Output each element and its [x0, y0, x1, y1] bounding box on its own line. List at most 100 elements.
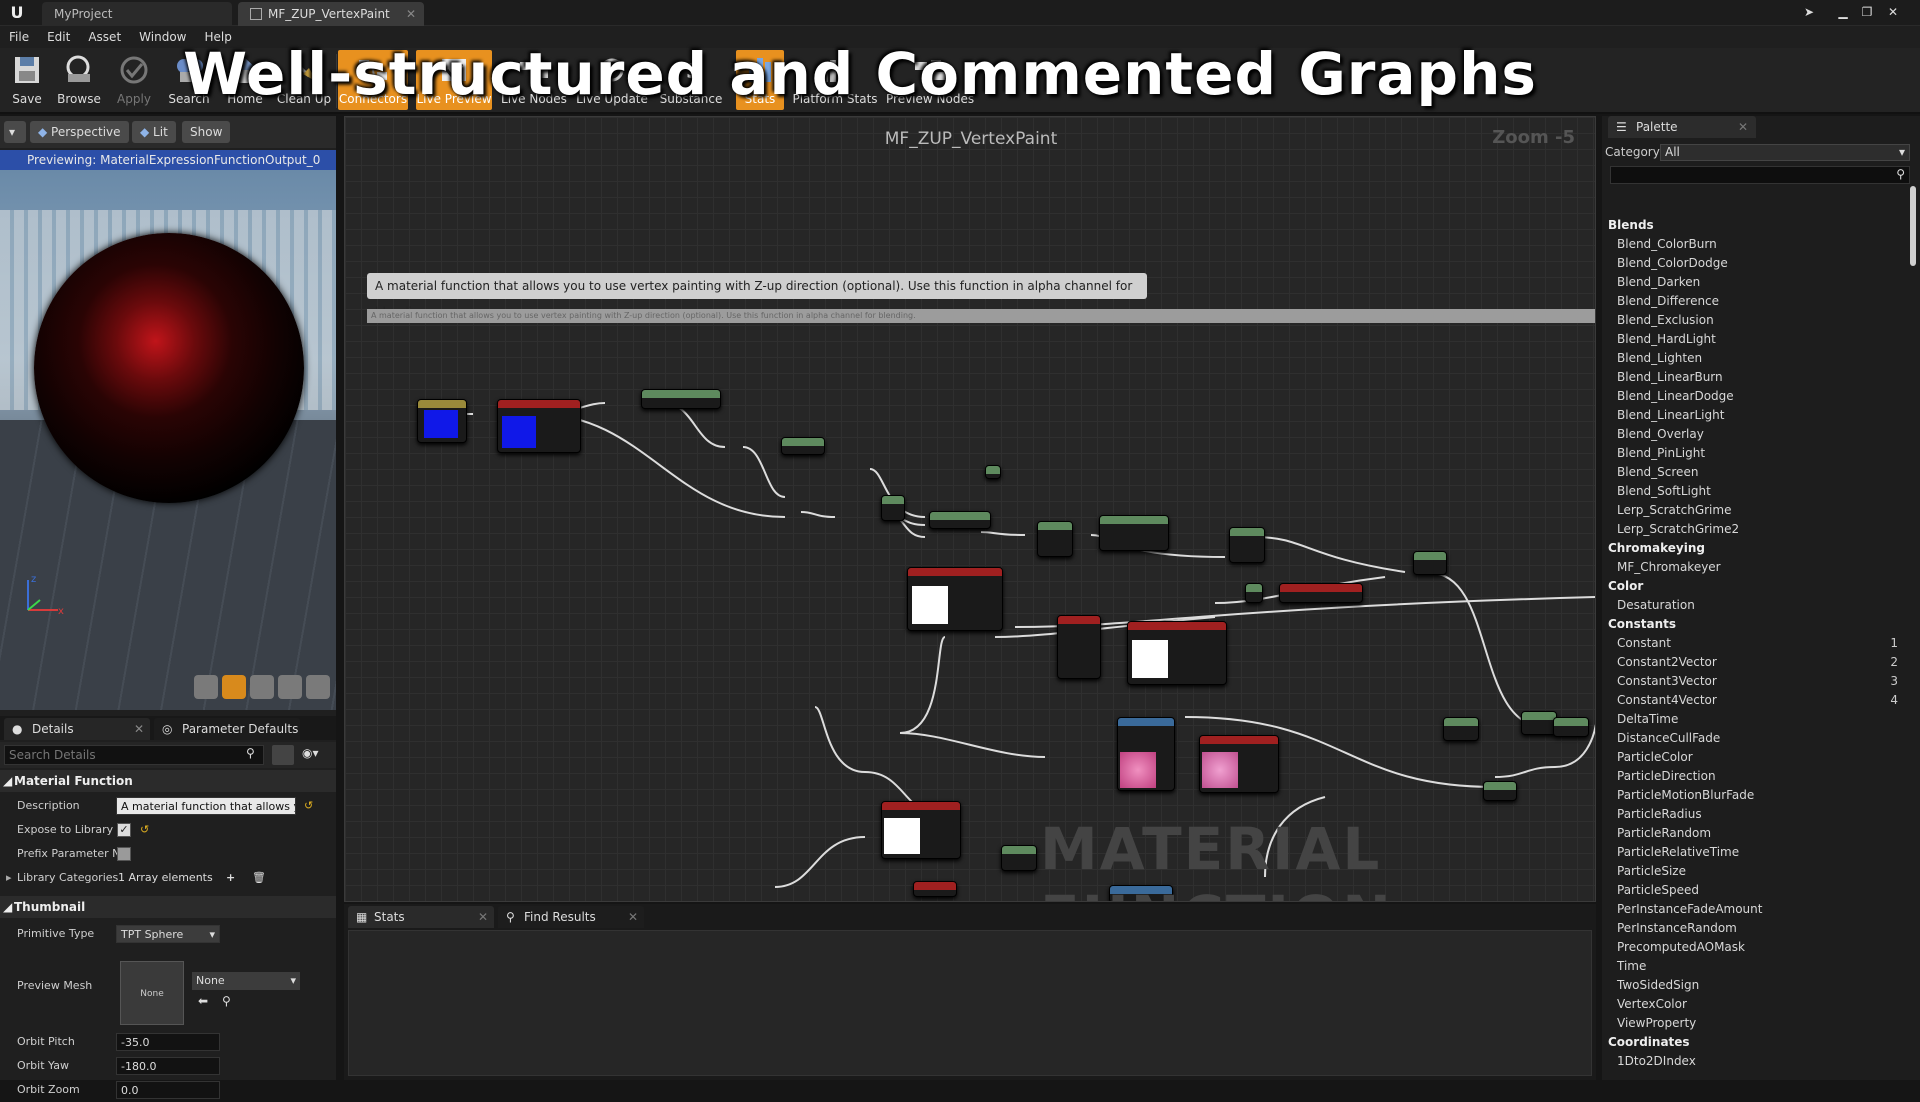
graph-node[interactable]	[417, 399, 467, 443]
viewport-options-button[interactable]: ▾	[4, 121, 26, 143]
close-icon[interactable]: ✕	[1882, 2, 1904, 22]
palette-item[interactable]: ParticleRelativeTime	[1617, 845, 1739, 859]
palette-item[interactable]: Blend_Lighten	[1617, 351, 1702, 365]
palette-item[interactable]: Blend_Darken	[1617, 275, 1700, 289]
palette-item[interactable]: Constant4Vector	[1617, 693, 1717, 707]
prefix-checkbox[interactable]	[117, 847, 131, 861]
material-function-section[interactable]: ◢ Material Function	[0, 770, 336, 792]
graph-node[interactable]	[1117, 717, 1175, 791]
view-options-icon[interactable]	[272, 745, 294, 765]
palette-item[interactable]: Blend_Screen	[1617, 465, 1698, 479]
graph-node[interactable]	[985, 465, 1001, 479]
material-preview-viewport[interactable]: zx	[0, 170, 336, 710]
perspective-button[interactable]: ◆ Perspective	[30, 121, 129, 143]
thumbnail-section[interactable]: ◢ Thumbnail	[0, 896, 336, 918]
tab-material-function[interactable]: MF_ZUP_VertexPaint ✕	[238, 2, 424, 26]
menu-edit[interactable]: Edit	[38, 26, 79, 48]
minimize-icon[interactable]: ▁	[1832, 2, 1854, 22]
palette-item[interactable]: ParticleDirection	[1617, 769, 1716, 783]
graph-node[interactable]	[1001, 845, 1037, 871]
graph-node[interactable]	[1229, 527, 1265, 563]
palette-category-header[interactable]: Coordinates	[1608, 1035, 1690, 1049]
details-search-input[interactable]	[4, 745, 264, 765]
orbit-zoom-field[interactable]: 0.0	[116, 1081, 220, 1099]
tab-stats[interactable]: ▦ Stats ✕	[348, 906, 494, 928]
palette-item[interactable]: PerInstanceFadeAmount	[1617, 902, 1762, 916]
graph-node[interactable]	[497, 399, 581, 453]
lit-button[interactable]: ◆ Lit	[132, 121, 176, 143]
graph-node[interactable]	[781, 437, 825, 455]
close-stats-icon[interactable]: ✕	[478, 906, 488, 928]
delete-icon[interactable]: 🗑	[252, 866, 266, 890]
graph-node[interactable]	[1553, 717, 1589, 737]
palette-item[interactable]: ParticleSize	[1617, 864, 1686, 878]
orbit-yaw-field[interactable]: -180.0	[116, 1057, 220, 1075]
save-button[interactable]: Save	[6, 50, 48, 110]
palette-item[interactable]: Blend_ColorDodge	[1617, 256, 1728, 270]
palette-item[interactable]: ViewProperty	[1617, 1016, 1696, 1030]
palette-item[interactable]: Lerp_ScratchGrime	[1617, 503, 1731, 517]
primitive-type-dropdown[interactable]: TPT Sphere ▾	[116, 925, 220, 943]
palette-item[interactable]: Blend_ColorBurn	[1617, 237, 1717, 251]
menu-file[interactable]: File	[0, 26, 38, 48]
sphere-icon[interactable]	[222, 675, 246, 699]
notification-icon[interactable]: ➤	[1798, 2, 1820, 22]
category-dropdown[interactable]: All ▾	[1660, 144, 1910, 161]
palette-item[interactable]: VertexColor	[1617, 997, 1687, 1011]
expose-checkbox[interactable]: ✓	[117, 823, 131, 837]
comment-box-header[interactable]: A material function that allows you to u…	[367, 309, 1595, 323]
graph-node[interactable]	[907, 567, 1003, 631]
restore-icon[interactable]: ❐	[1856, 2, 1878, 22]
palette-category-header[interactable]: Blends	[1608, 218, 1654, 232]
palette-search-input[interactable]: ⚲	[1610, 166, 1910, 184]
graph-node[interactable]	[641, 389, 721, 409]
plane-icon[interactable]	[250, 675, 274, 699]
description-field[interactable]: A material function that allows you	[116, 797, 296, 815]
palette-scrollbar[interactable]	[1910, 186, 1916, 266]
eye-icon[interactable]: ◉▾	[302, 746, 319, 760]
unreal-logo-icon[interactable]: U	[6, 2, 28, 24]
palette-item[interactable]: PerInstanceRandom	[1617, 921, 1737, 935]
palette-item[interactable]: ParticleColor	[1617, 750, 1693, 764]
graph-node[interactable]	[1057, 615, 1101, 679]
palette-item[interactable]: Lerp_ScratchGrime2	[1617, 522, 1739, 536]
graph-node[interactable]	[1483, 781, 1517, 801]
palette-category-header[interactable]: Constants	[1608, 617, 1676, 631]
close-palette-icon[interactable]: ✕	[1738, 116, 1748, 138]
close-find-results-icon[interactable]: ✕	[628, 906, 638, 928]
tab-project[interactable]: MyProject	[42, 2, 232, 26]
graph-node[interactable]	[913, 881, 957, 897]
graph-node[interactable]	[1037, 521, 1073, 557]
expand-arrow-icon[interactable]: ▸	[6, 866, 12, 890]
palette-item[interactable]: ParticleRadius	[1617, 807, 1702, 821]
use-selected-arrow-icon[interactable]: ⬅	[198, 994, 208, 1008]
palette-item[interactable]: Blend_Overlay	[1617, 427, 1704, 441]
close-details-icon[interactable]: ✕	[134, 718, 144, 740]
preview-mesh-dropdown[interactable]: None ▾	[192, 972, 300, 990]
graph-node[interactable]	[1245, 583, 1263, 603]
browse-button[interactable]: Browse	[54, 50, 104, 110]
graph-node[interactable]	[1413, 551, 1447, 575]
tab-details[interactable]: ● Details ✕	[4, 718, 150, 740]
palette-item[interactable]: Blend_Difference	[1617, 294, 1719, 308]
palette-item[interactable]: DistanceCullFade	[1617, 731, 1720, 745]
palette-category-header[interactable]: Color	[1608, 579, 1643, 593]
add-icon[interactable]: +	[226, 866, 235, 890]
graph-node[interactable]	[1099, 515, 1169, 551]
graph-node[interactable]	[1443, 717, 1479, 741]
close-tab-icon[interactable]: ✕	[406, 2, 416, 26]
tab-palette[interactable]: ☰ Palette ✕	[1608, 116, 1756, 138]
cylinder-icon[interactable]	[194, 675, 218, 699]
palette-item[interactable]: ParticleSpeed	[1617, 883, 1699, 897]
palette-item[interactable]: DeltaTime	[1617, 712, 1678, 726]
preview-mesh-thumbnail[interactable]: None	[120, 961, 184, 1025]
palette-item[interactable]: ParticleMotionBlurFade	[1617, 788, 1754, 802]
palette-item[interactable]: Constant3Vector	[1617, 674, 1717, 688]
orbit-pitch-field[interactable]: -35.0	[116, 1033, 220, 1051]
graph-node[interactable]	[1199, 735, 1279, 793]
browse-asset-icon[interactable]: ⚲	[222, 994, 231, 1008]
palette-item[interactable]: Blend_PinLight	[1617, 446, 1705, 460]
palette-item[interactable]: Blend_SoftLight	[1617, 484, 1711, 498]
reset-icon[interactable]: ↺	[304, 794, 313, 818]
palette-item[interactable]: PrecomputedAOMask	[1617, 940, 1745, 954]
